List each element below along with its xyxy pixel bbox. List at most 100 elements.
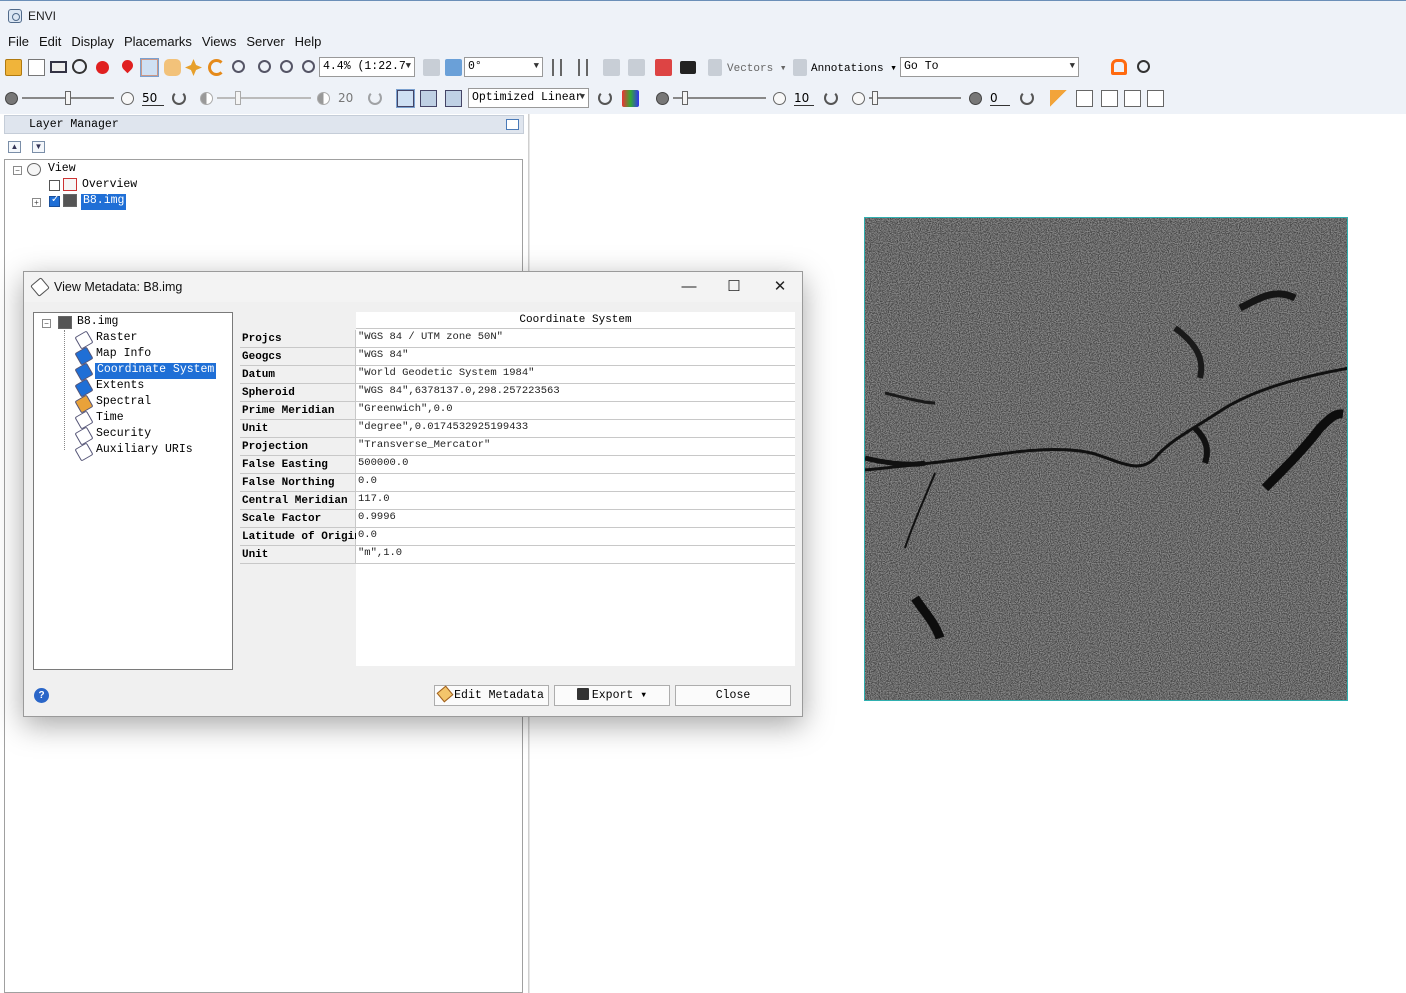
contrast-value[interactable]: 20 (338, 91, 353, 105)
metadata-row[interactable]: False Easting 500000.0 (240, 456, 795, 474)
tree-item-security[interactable]: Security (96, 427, 151, 443)
metadata-row[interactable]: Datum "World Geodetic System 1984" (240, 366, 795, 384)
metadata-value[interactable]: "Transverse_Mercator" (356, 438, 795, 456)
sharpen-value[interactable]: 10 (794, 91, 814, 106)
grid-lines-icon[interactable] (552, 59, 562, 76)
view-layout-single-icon[interactable] (1101, 90, 1118, 107)
metadata-row[interactable]: Latitude of Origin 0.0 (240, 528, 795, 546)
tree-root-file[interactable]: B8.img (77, 315, 118, 331)
rotate-icon[interactable] (208, 59, 225, 76)
search-icon[interactable] (1137, 60, 1150, 73)
print-screen-icon[interactable] (50, 61, 67, 73)
brightness-slider-thumb[interactable] (65, 91, 71, 105)
rotate-left-icon[interactable] (423, 59, 440, 76)
metadata-row[interactable]: Unit "m",1.0 (240, 546, 795, 564)
annotations-menu[interactable]: Annotations ▾ (811, 61, 897, 75)
metadata-value[interactable]: "Greenwich",0.0 (356, 402, 795, 420)
metadata-row[interactable]: Central Meridian 117.0 (240, 492, 795, 510)
stretch-histogram-icon[interactable] (445, 90, 462, 107)
sharpen-slider[interactable] (673, 91, 766, 105)
menu-placemarks[interactable]: Placemarks (119, 34, 197, 49)
dock-panel-icon[interactable] (506, 119, 519, 130)
transparency-slider-thumb[interactable] (872, 91, 878, 105)
column-lines-icon[interactable] (578, 59, 588, 76)
transparency-value[interactable]: 0 (990, 91, 1010, 106)
roi-icon[interactable] (655, 59, 672, 76)
metadata-row[interactable]: Projcs "WGS 84 / UTM zone 50N" (240, 330, 795, 348)
rotate-right-icon[interactable] (445, 59, 462, 76)
metadata-value[interactable]: 117.0 (356, 492, 795, 510)
metadata-value[interactable]: 500000.0 (356, 456, 795, 474)
metadata-row[interactable]: Unit "degree",0.0174532925199433 (240, 420, 795, 438)
reset-stretch-icon[interactable] (598, 91, 612, 105)
reset-contrast-icon[interactable] (368, 91, 382, 105)
layer-checkbox[interactable] (49, 194, 60, 207)
tree-item-overview[interactable]: Overview (82, 178, 137, 194)
pan-hand-icon[interactable] (164, 59, 181, 76)
reset-transparency-icon[interactable] (1020, 91, 1034, 105)
close-button[interactable]: Close (675, 685, 791, 706)
zoom-out-icon[interactable] (280, 60, 293, 73)
tree-item-view[interactable]: View (48, 162, 76, 178)
stretch-settings-icon[interactable] (420, 90, 437, 107)
metadata-value[interactable]: "degree",0.0174532925199433 (356, 420, 795, 438)
headphones-icon[interactable] (1111, 59, 1127, 75)
pixel-locator-icon[interactable] (119, 57, 136, 74)
view-layout-split-icon[interactable] (1124, 90, 1141, 107)
export-button[interactable]: Export ▾ (554, 685, 670, 706)
metadata-value[interactable]: "WGS 84 / UTM zone 50N" (356, 330, 795, 348)
collapse-all-icon[interactable]: ▲ (8, 141, 21, 153)
contrast-slider[interactable] (217, 91, 311, 105)
zoom-full-icon[interactable] (302, 60, 315, 73)
metadata-row[interactable]: Spheroid "WGS 84",6378137.0,298.257223563 (240, 384, 795, 402)
tree-item-time[interactable]: Time (96, 411, 124, 427)
menu-server[interactable]: Server (241, 34, 289, 49)
metadata-value[interactable]: "m",1.0 (356, 546, 795, 564)
tree-item-coordinate-system[interactable]: Coordinate System (95, 363, 217, 379)
menu-edit[interactable]: Edit (34, 34, 66, 49)
reset-sharpen-icon[interactable] (824, 91, 838, 105)
metadata-value[interactable]: 0.0 (356, 474, 795, 492)
metadata-row[interactable]: Geogcs "WGS 84" (240, 348, 795, 366)
measure-icon[interactable] (603, 59, 620, 76)
menu-views[interactable]: Views (197, 34, 241, 49)
annotations-icon[interactable] (793, 59, 807, 76)
expand-layer-icon[interactable]: + (32, 198, 41, 207)
collapse-root-icon[interactable]: − (42, 319, 51, 328)
brightness-value[interactable]: 50 (142, 91, 164, 106)
chip-view-icon[interactable] (1076, 90, 1093, 107)
metadata-value[interactable]: "World Geodetic System 1984" (356, 366, 795, 384)
sharpen-slider-thumb[interactable] (682, 91, 688, 105)
data-manager-icon[interactable] (28, 59, 45, 76)
metadata-row[interactable]: Scale Factor 0.9996 (240, 510, 795, 528)
expand-all-icon[interactable]: ▼ (32, 141, 45, 153)
minimize-button[interactable]: — (674, 276, 704, 298)
stretch-combo[interactable]: Optimized Linear ▼ (468, 88, 589, 108)
zoom-in-icon[interactable] (258, 60, 271, 73)
select-arrow-icon[interactable] (140, 58, 159, 77)
tree-item-extents[interactable]: Extents (96, 379, 144, 395)
tree-item-spectral[interactable]: Spectral (96, 395, 151, 411)
zoom-combo[interactable]: 4.4% (1:22.7 ▼ (319, 57, 415, 77)
vectors-icon[interactable] (708, 59, 722, 76)
brightness-slider[interactable] (22, 91, 114, 105)
tree-item-auxiliary-uris[interactable]: Auxiliary URIs (96, 443, 193, 459)
reset-brightness-icon[interactable] (172, 91, 186, 105)
image-view[interactable] (864, 217, 1348, 701)
metadata-value[interactable]: "WGS 84",6378137.0,298.257223563 (356, 384, 795, 402)
metadata-row[interactable]: False Northing 0.0 (240, 474, 795, 492)
metadata-row[interactable]: Prime Meridian "Greenwich",0.0 (240, 402, 795, 420)
help-icon[interactable]: ? (34, 688, 49, 703)
vectors-menu[interactable]: Vectors ▾ (727, 61, 786, 75)
open-file-icon[interactable] (5, 59, 22, 76)
edit-metadata-button[interactable]: Edit Metadata (434, 685, 549, 706)
menu-file[interactable]: File (3, 34, 34, 49)
metadata-value[interactable]: 0.0 (356, 528, 795, 546)
overview-checkbox[interactable] (49, 180, 60, 191)
counter-icon[interactable] (680, 61, 696, 74)
zoom-tool-icon[interactable] (232, 60, 245, 73)
collapse-view-icon[interactable]: − (13, 166, 22, 175)
rotation-combo[interactable]: 0° ▼ (464, 57, 543, 77)
tree-item-layer[interactable]: B8.img (81, 194, 127, 210)
view-layout-grid-icon[interactable] (1147, 90, 1164, 107)
